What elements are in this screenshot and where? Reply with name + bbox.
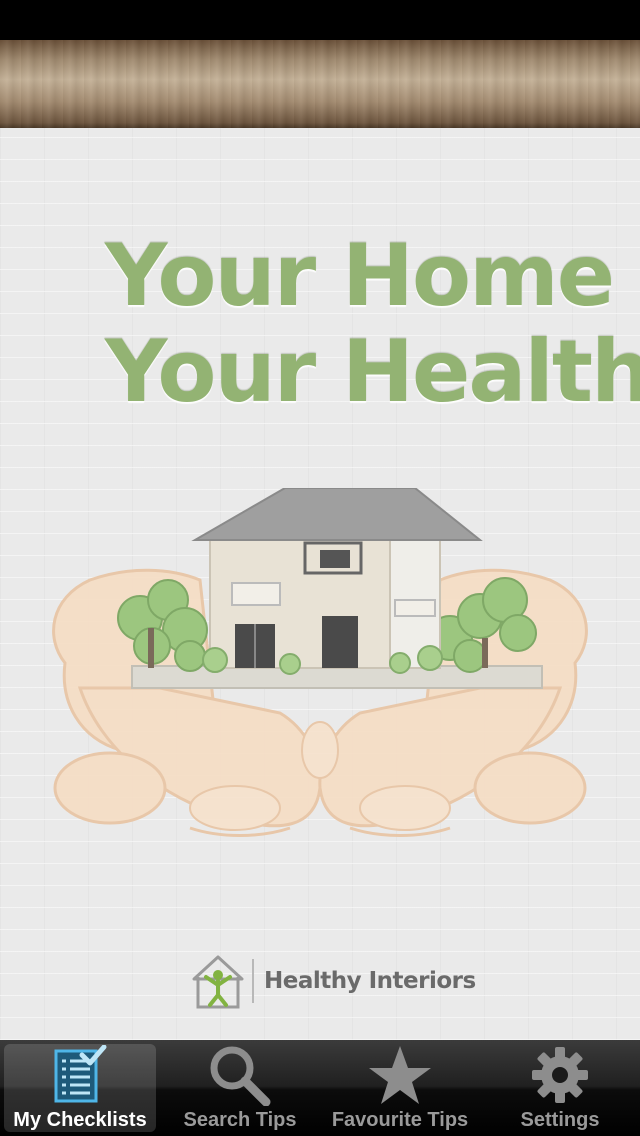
- tab-settings[interactable]: Settings: [480, 1040, 640, 1136]
- tab-label-my-checklists: My Checklists: [13, 1109, 147, 1131]
- healthy-interiors-logo-icon: [192, 955, 244, 1009]
- title-line-2: Your Health: [105, 322, 640, 422]
- gear-icon: [525, 1042, 595, 1108]
- brand-divider: [252, 959, 254, 1003]
- checklist-icon: [45, 1042, 115, 1108]
- app-screen: Your Home Your Health Healthy Interiors …: [0, 0, 640, 1136]
- tab-search-tips[interactable]: Search Tips: [160, 1040, 320, 1136]
- tab-favourite-tips[interactable]: Favourite Tips: [320, 1040, 480, 1136]
- brand-footer: Healthy Interiors: [188, 950, 476, 1012]
- tab-label-favourite-tips: Favourite Tips: [331, 1109, 469, 1131]
- home-screen-content: Your Home Your Health Healthy Interiors: [0, 128, 640, 1040]
- search-icon: [205, 1042, 275, 1108]
- wood-header-bar: [0, 40, 640, 128]
- tab-label-settings: Settings: [520, 1109, 600, 1131]
- star-icon: [365, 1042, 435, 1108]
- tab-label-search-tips: Search Tips: [183, 1109, 297, 1131]
- tab-my-checklists[interactable]: My Checklists: [0, 1040, 160, 1136]
- house-image: [191, 488, 483, 669]
- brand-name: Healthy Interiors: [264, 968, 476, 994]
- title-line-1: Your Home: [105, 226, 615, 326]
- status-bar: [0, 0, 640, 40]
- tab-bar: My Checklists Search Tips Favourite Tips: [0, 1040, 640, 1136]
- house-in-hands-illustration: [52, 488, 588, 837]
